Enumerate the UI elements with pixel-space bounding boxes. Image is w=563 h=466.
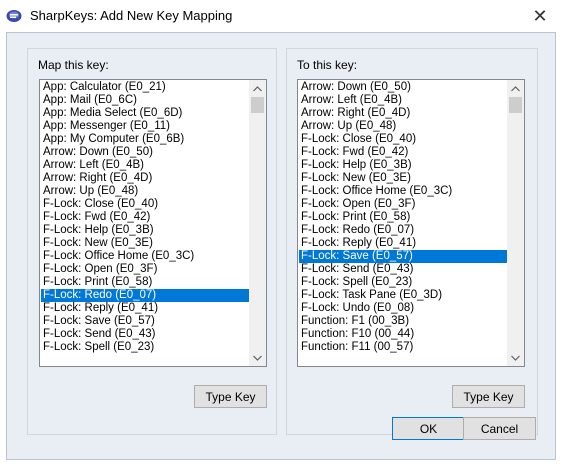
- type-key-button-left[interactable]: Type Key: [194, 385, 267, 408]
- map-this-key-group: Map this key: App: Calculator (E0_21) App…: [27, 48, 277, 435]
- list-item[interactable]: Function: F11 (00_57): [299, 341, 507, 354]
- list-item[interactable]: F-Lock: Office Home (E0_3C): [41, 250, 249, 263]
- dialog-client-area: Map this key: App: Calculator (E0_21) App…: [6, 32, 556, 460]
- list-item[interactable]: Arrow: Right (E0_4D): [299, 107, 507, 120]
- list-item[interactable]: F-Lock: Fwd (E0_42): [299, 146, 507, 159]
- target-key-items: Arrow: Down (E0_50) Arrow: Left (E0_4B) Ar…: [299, 81, 507, 365]
- type-key-button-right[interactable]: Type Key: [452, 385, 525, 408]
- list-item[interactable]: App: My Computer (E0_6B): [41, 133, 249, 146]
- list-item[interactable]: F-Lock: Help (E0_3B): [41, 224, 249, 237]
- scroll-up-arrow-icon[interactable]: [249, 80, 266, 97]
- list-item[interactable]: F-Lock: Task Pane (E0_3D): [299, 289, 507, 302]
- source-key-scroll-thumb[interactable]: [251, 97, 264, 113]
- ok-label: OK: [419, 421, 438, 436]
- source-key-listbox[interactable]: App: Calculator (E0_21) App: Mail (E0_6C)…: [39, 79, 267, 367]
- list-item[interactable]: F-Lock: New (E0_3E): [41, 237, 249, 250]
- source-key-scrollbar[interactable]: [249, 80, 266, 366]
- list-item[interactable]: F-Lock: Office Home (E0_3C): [299, 185, 507, 198]
- list-item[interactable]: App: Messenger (E0_11): [41, 120, 249, 133]
- target-key-scrollbar[interactable]: [507, 80, 524, 366]
- type-key-label: Type Key: [463, 389, 514, 404]
- target-key-listbox[interactable]: Arrow: Down (E0_50) Arrow: Left (E0_4B) Ar…: [297, 79, 525, 367]
- list-item[interactable]: Arrow: Up (E0_48): [41, 185, 249, 198]
- map-this-key-label: Map this key:: [38, 58, 109, 72]
- to-this-key-group: To this key: Arrow: Down (E0_50) Arrow: L…: [286, 48, 538, 435]
- list-item[interactable]: F-Lock: Print (E0_58): [299, 211, 507, 224]
- list-item[interactable]: App: Calculator (E0_21): [41, 81, 249, 94]
- list-item[interactable]: App: Media Select (E0_6D): [41, 107, 249, 120]
- list-item[interactable]: Arrow: Left (E0_4B): [299, 94, 507, 107]
- list-item[interactable]: F-Lock: Fwd (E0_42): [41, 211, 249, 224]
- list-item[interactable]: F-Lock: Send (E0_43): [299, 263, 507, 276]
- list-item[interactable]: Arrow: Left (E0_4B): [41, 159, 249, 172]
- target-key-scroll-thumb[interactable]: [509, 97, 522, 113]
- list-item[interactable]: F-Lock: Redo (E0_07): [299, 224, 507, 237]
- dialog-window: SharpKeys: Add New Key Mapping ✕ Map thi…: [0, 0, 563, 466]
- list-item[interactable]: F-Lock: Redo (E0_07): [41, 289, 249, 302]
- ok-button[interactable]: OK: [392, 417, 465, 440]
- close-button[interactable]: ✕: [517, 0, 563, 32]
- list-item[interactable]: F-Lock: Save (E0_57): [41, 315, 249, 328]
- scroll-up-arrow-icon[interactable]: [507, 80, 524, 97]
- list-item[interactable]: Arrow: Right (E0_4D): [41, 172, 249, 185]
- list-item[interactable]: F-Lock: Spell (E0_23): [41, 341, 249, 354]
- list-item[interactable]: Function: F10 (00_44): [299, 328, 507, 341]
- window-title: SharpKeys: Add New Key Mapping: [30, 8, 233, 23]
- to-this-key-label: To this key:: [297, 58, 358, 72]
- list-item[interactable]: Arrow: Down (E0_50): [41, 146, 249, 159]
- scroll-down-arrow-icon[interactable]: [507, 349, 524, 366]
- cancel-button[interactable]: Cancel: [463, 417, 536, 440]
- list-item[interactable]: F-Lock: Reply (E0_41): [41, 302, 249, 315]
- list-item[interactable]: Arrow: Down (E0_50): [299, 81, 507, 94]
- list-item[interactable]: F-Lock: Reply (E0_41): [299, 237, 507, 250]
- list-item[interactable]: F-Lock: Open (E0_3F): [299, 198, 507, 211]
- list-item[interactable]: F-Lock: Help (E0_3B): [299, 159, 507, 172]
- title-bar[interactable]: SharpKeys: Add New Key Mapping ✕: [0, 0, 563, 32]
- list-item[interactable]: F-Lock: Spell (E0_23): [299, 276, 507, 289]
- list-item[interactable]: F-Lock: New (E0_3E): [299, 172, 507, 185]
- list-item[interactable]: Arrow: Up (E0_48): [299, 120, 507, 133]
- list-item[interactable]: F-Lock: Open (E0_3F): [41, 263, 249, 276]
- list-item[interactable]: App: Mail (E0_6C): [41, 94, 249, 107]
- source-key-items: App: Calculator (E0_21) App: Mail (E0_6C)…: [41, 81, 249, 365]
- list-item[interactable]: F-Lock: Close (E0_40): [41, 198, 249, 211]
- cancel-label: Cancel: [480, 421, 519, 436]
- list-item[interactable]: F-Lock: Undo (E0_08): [299, 302, 507, 315]
- list-item[interactable]: F-Lock: Save (E0_57): [299, 250, 507, 263]
- list-item[interactable]: F-Lock: Print (E0_58): [41, 276, 249, 289]
- list-item[interactable]: F-Lock: Close (E0_40): [299, 133, 507, 146]
- close-icon: ✕: [532, 5, 548, 26]
- keyboard-icon: [6, 9, 22, 23]
- list-item[interactable]: Function: F1 (00_3B): [299, 315, 507, 328]
- list-item[interactable]: F-Lock: Send (E0_43): [41, 328, 249, 341]
- scroll-down-arrow-icon[interactable]: [249, 349, 266, 366]
- type-key-label: Type Key: [205, 389, 256, 404]
